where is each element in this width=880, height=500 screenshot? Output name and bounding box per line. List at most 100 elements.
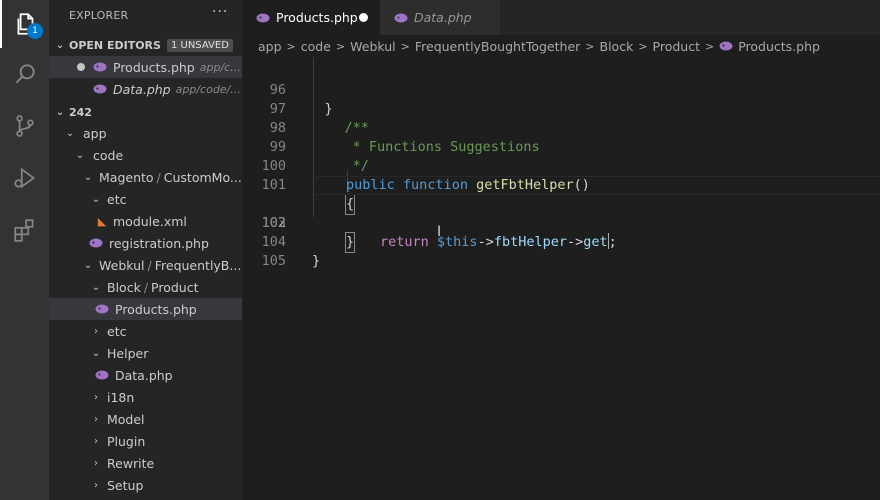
workspace-header[interactable]: ⌄ 242 — [49, 101, 242, 123]
code-line: 103 } — [242, 195, 880, 253]
breadcrumb-item[interactable]: app — [258, 39, 282, 54]
php-file-icon — [93, 84, 107, 94]
open-editors-header[interactable]: ⌄ OPEN EDITORS 1 UNSAVED — [49, 34, 242, 56]
line-number: 105 — [261, 253, 286, 269]
code-line: 97 /** — [242, 81, 880, 136]
extensions-icon — [13, 219, 33, 242]
code-line: 100 public function getFbtHelper() — [242, 138, 880, 193]
folder-label: Magento — [99, 169, 154, 185]
chevron-down-icon: ⌄ — [55, 106, 65, 118]
php-file-icon — [95, 370, 109, 380]
folder-label: Webkul — [99, 257, 145, 273]
tab-products[interactable]: Products.php — [242, 0, 380, 35]
tab-label: Data.php — [414, 10, 472, 25]
unsaved-dot-icon — [77, 63, 85, 71]
open-editor-name: Data.php — [113, 81, 171, 97]
php-file-icon — [95, 304, 109, 314]
tree-folder-i18n[interactable]: › i18n — [49, 386, 242, 408]
tree-folder-block-product[interactable]: ⌄ Block / Product — [49, 276, 242, 298]
code-editor[interactable]: 96 } 97 /** 98 * Functions Suggestions 9… — [242, 57, 880, 500]
chevron-down-icon: ⌄ — [91, 281, 101, 293]
folder-label: etc — [107, 191, 127, 207]
breadcrumb-item[interactable]: Products.php — [738, 39, 820, 54]
chevron-right-icon: > — [705, 39, 715, 53]
source-control-icon — [15, 115, 34, 137]
folder-label: code — [93, 147, 124, 163]
chevron-right-icon: > — [400, 39, 410, 53]
run-debug-activity-button[interactable] — [0, 154, 49, 202]
chevron-down-icon: ⌄ — [91, 193, 101, 205]
extensions-activity-button[interactable] — [0, 206, 49, 254]
folder-label: etc — [107, 323, 127, 339]
chevron-down-icon: ⌄ — [65, 127, 75, 139]
explorer-badge: 1 — [27, 23, 43, 39]
explorer-activity-button[interactable]: 1 — [0, 0, 49, 48]
tree-folder-etc-2[interactable]: › etc — [49, 320, 242, 342]
tree-folder-app[interactable]: ⌄ app — [49, 122, 242, 144]
tree-file-module-xml[interactable]: ◣ module.xml — [49, 210, 242, 232]
code-line: 99 */ — [242, 119, 880, 174]
path-separator: / — [143, 279, 149, 295]
php-file-icon — [256, 13, 270, 23]
tree-folder-code[interactable]: ⌄ code — [49, 144, 242, 166]
search-activity-button[interactable] — [0, 50, 49, 98]
breadcrumb: app > code > Webkul > FrequentlyBoughtTo… — [242, 35, 880, 57]
code-line-current: 102 return $this->fbtHelper->get; — [242, 176, 880, 250]
tree-folder-plugin[interactable]: › Plugin — [49, 430, 242, 452]
chevron-right-icon: > — [286, 39, 296, 53]
tree-file-data[interactable]: Data.php — [49, 364, 242, 386]
open-editor-path: app/c... — [199, 60, 241, 74]
chevron-down-icon: ⌄ — [83, 171, 93, 183]
folder-label: i18n — [107, 389, 135, 405]
tree-folder-rewrite[interactable]: › Rewrite — [49, 452, 242, 474]
chevron-right-icon: > — [638, 39, 648, 53]
code-line: 104 } — [242, 214, 880, 269]
breadcrumb-item[interactable]: code — [301, 39, 331, 54]
breadcrumb-item[interactable]: Product — [653, 39, 700, 54]
file-label: Data.php — [115, 367, 173, 383]
chevron-down-icon: ⌄ — [91, 347, 101, 359]
folder-label: Plugin — [107, 433, 146, 449]
tab-data[interactable]: Data.php — [380, 0, 500, 35]
tree-file-registration[interactable]: registration.php — [49, 232, 242, 254]
editor-tabs: Products.php Data.php — [242, 0, 880, 35]
tree-folder-webkul[interactable]: ⌄ Webkul / FrequentlyB... — [49, 254, 242, 276]
chevron-right-icon: › — [94, 435, 98, 447]
folder-label: Block — [107, 279, 141, 295]
tree-folder-model[interactable]: › Model — [49, 408, 242, 430]
tree-folder-magento[interactable]: ⌄ Magento / CustomMo... — [49, 166, 242, 188]
chevron-right-icon: > — [585, 39, 595, 53]
open-editor-data[interactable]: Data.php app/code/... — [49, 78, 242, 100]
rss-xml-icon: ◣ — [97, 214, 107, 228]
chevron-right-icon: › — [94, 479, 98, 491]
code-brace: } — [312, 253, 321, 269]
folder-label: Helper — [107, 345, 149, 361]
source-control-activity-button[interactable] — [0, 102, 49, 150]
more-actions-button[interactable]: ··· — [212, 4, 228, 20]
code-line: 96 } — [242, 62, 880, 117]
unsaved-dot-icon[interactable] — [359, 13, 368, 22]
breadcrumb-item[interactable]: Webkul — [350, 39, 396, 54]
path-separator: / — [156, 169, 161, 185]
tree-folder-setup[interactable]: › Setup — [49, 474, 242, 496]
file-label: Products.php — [115, 301, 197, 317]
chevron-down-icon: ⌄ — [75, 149, 85, 161]
code-line: 101 { — [242, 157, 880, 215]
folder-label: Setup — [107, 477, 144, 493]
tree-folder-helper[interactable]: ⌄ Helper — [49, 342, 242, 364]
path-separator: / — [147, 257, 152, 273]
chevron-right-icon: › — [94, 325, 98, 337]
php-file-icon — [394, 13, 408, 23]
unsaved-badge: 1 UNSAVED — [166, 38, 233, 52]
tree-file-products[interactable]: Products.php — [49, 298, 242, 320]
open-editor-path: app/code/... — [175, 82, 241, 96]
chevron-right-icon: › — [94, 391, 98, 403]
folder-label: Product — [151, 279, 199, 295]
php-file-icon — [93, 62, 107, 72]
tree-folder-etc[interactable]: ⌄ etc — [49, 188, 242, 210]
open-editor-products[interactable]: Products.php app/c... — [49, 56, 242, 78]
chevron-right-icon: › — [94, 413, 98, 425]
breadcrumb-item[interactable]: Block — [600, 39, 634, 54]
breadcrumb-item[interactable]: FrequentlyBoughtTogether — [415, 39, 580, 54]
run-debug-icon — [13, 167, 35, 189]
